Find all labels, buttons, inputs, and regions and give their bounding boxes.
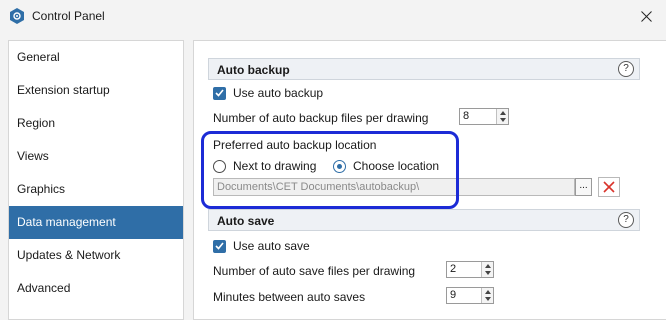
use-auto-backup-checkbox[interactable]: Use auto backup bbox=[213, 86, 323, 100]
red-x-icon bbox=[603, 181, 615, 193]
sidebar-item-advanced[interactable]: Advanced bbox=[9, 272, 183, 305]
close-icon bbox=[640, 10, 652, 22]
auto-save-title: Auto save bbox=[217, 214, 275, 228]
backup-files-stepper[interactable]: 8 bbox=[459, 108, 509, 125]
arrow-up-icon[interactable] bbox=[500, 111, 506, 115]
auto-save-help-button[interactable]: ? bbox=[618, 212, 634, 228]
auto-backup-header: Auto backup ? bbox=[208, 58, 640, 80]
title-bar: Control Panel bbox=[0, 0, 666, 32]
hexagon-gear-icon bbox=[10, 8, 24, 24]
close-button[interactable] bbox=[634, 4, 658, 28]
window-title: Control Panel bbox=[32, 9, 105, 23]
sidebar: General Extension startup Region Views G… bbox=[8, 40, 184, 320]
use-auto-backup-label: Use auto backup bbox=[233, 86, 324, 100]
minutes-label: Minutes between auto saves bbox=[213, 290, 366, 304]
sidebar-item-general[interactable]: General bbox=[9, 41, 183, 74]
stepper-arrows[interactable] bbox=[481, 262, 493, 277]
minutes-stepper[interactable]: 9 bbox=[446, 287, 494, 304]
sidebar-item-views[interactable]: Views bbox=[9, 140, 183, 173]
backup-files-label: Number of auto backup files per drawing bbox=[213, 111, 429, 125]
arrow-down-icon[interactable] bbox=[500, 118, 506, 122]
sidebar-item-data-management[interactable]: Data management bbox=[9, 206, 183, 239]
save-files-value: 2 bbox=[450, 263, 457, 275]
use-auto-save-checkbox[interactable]: Use auto save bbox=[213, 239, 310, 253]
highlight-annotation bbox=[201, 131, 459, 209]
checkbox-checked[interactable] bbox=[213, 239, 226, 253]
sidebar-item-region[interactable]: Region bbox=[9, 107, 183, 140]
arrow-up-icon[interactable] bbox=[485, 290, 491, 294]
stepper-arrows[interactable] bbox=[481, 288, 493, 303]
use-auto-save-label: Use auto save bbox=[233, 239, 310, 253]
sidebar-item-updates-network[interactable]: Updates & Network bbox=[9, 239, 183, 272]
stepper-arrows[interactable] bbox=[496, 109, 508, 124]
auto-save-header: Auto save ? bbox=[208, 209, 640, 231]
arrow-up-icon[interactable] bbox=[485, 264, 491, 268]
save-files-label: Number of auto save files per drawing bbox=[213, 264, 416, 278]
auto-backup-help-button[interactable]: ? bbox=[618, 61, 634, 77]
checkmark-icon bbox=[215, 89, 224, 97]
checkmark-icon bbox=[215, 242, 224, 250]
auto-backup-title: Auto backup bbox=[217, 63, 290, 77]
arrow-down-icon[interactable] bbox=[485, 297, 491, 301]
sidebar-item-graphics[interactable]: Graphics bbox=[9, 173, 183, 206]
clear-path-button[interactable] bbox=[598, 177, 620, 197]
checkbox-checked[interactable] bbox=[213, 86, 226, 100]
backup-files-value: 8 bbox=[463, 110, 470, 122]
browse-button[interactable]: ... bbox=[575, 178, 592, 196]
save-files-stepper[interactable]: 2 bbox=[446, 261, 494, 278]
sidebar-item-extension-startup[interactable]: Extension startup bbox=[9, 74, 183, 107]
minutes-value: 9 bbox=[450, 289, 457, 301]
arrow-down-icon[interactable] bbox=[485, 271, 491, 275]
